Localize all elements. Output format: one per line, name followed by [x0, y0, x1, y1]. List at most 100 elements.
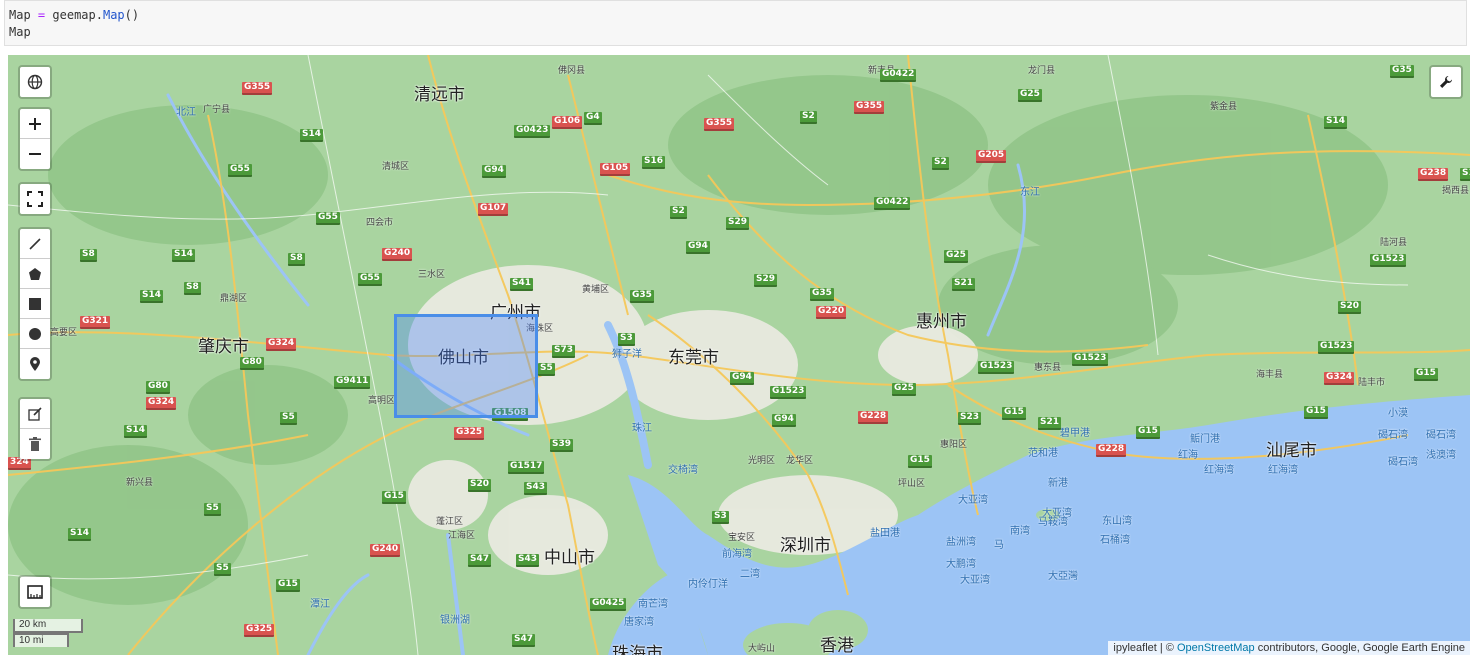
zoom-out-button[interactable]: [20, 139, 50, 169]
code-operator: =: [37, 8, 46, 22]
water-label: 红海湾: [1204, 465, 1234, 476]
highway-shield: G1523: [770, 386, 807, 399]
highway-shield: G107: [478, 203, 509, 216]
city-label: 汕尾市: [1266, 441, 1317, 461]
water-label: 银洲湖: [440, 615, 470, 626]
openstreetmap-link[interactable]: OpenStreetMap: [1177, 642, 1255, 654]
attribution-suffix: contributors, Google, Google Earth Engin…: [1257, 642, 1465, 654]
town-label: 陆丰市: [1358, 378, 1386, 388]
highway-shield: G15: [1136, 426, 1160, 439]
highway-shield: S14: [140, 290, 164, 303]
water-label: 马: [994, 540, 1004, 551]
town-label: 广宁县: [203, 105, 231, 115]
delete-layers-button[interactable]: [20, 429, 50, 459]
fullscreen-button[interactable]: [20, 184, 50, 214]
highway-shield: S8: [80, 249, 97, 262]
water-label: 大亚湾: [960, 575, 990, 586]
scale-km: 20 km: [13, 619, 83, 633]
water-label: 大鹏湾: [946, 559, 976, 570]
highway-shield: G355: [242, 82, 273, 95]
highway-shield: G1523: [978, 361, 1015, 374]
highway-shield: G0423: [514, 125, 551, 138]
globe-button[interactable]: [20, 67, 50, 97]
code-module: geemap.: [52, 8, 103, 22]
highway-shield: S14: [172, 249, 196, 262]
highway-shield: S14: [1324, 116, 1348, 129]
draw-polyline-button[interactable]: [20, 229, 50, 259]
attribution-prefix: ipyleaflet | ©: [1113, 642, 1174, 654]
city-label: 东莞市: [668, 348, 719, 368]
map-attribution: ipyleaflet | © OpenStreetMap contributor…: [1108, 641, 1470, 655]
highway-shield: S29: [726, 217, 750, 230]
basemap-control[interactable]: [18, 65, 52, 99]
plus-icon: [29, 117, 41, 130]
edit-toolbar[interactable]: [18, 397, 52, 461]
fullscreen-icon: [27, 191, 43, 207]
highway-shield: S2: [932, 157, 949, 170]
highway-shield: S21: [952, 278, 976, 291]
highway-shield: G238: [1418, 168, 1449, 181]
circle-icon: [29, 327, 41, 340]
highway-shield: S3: [618, 333, 635, 346]
zoom-in-button[interactable]: [20, 109, 50, 139]
water-label: 狮子洋: [612, 349, 642, 360]
highway-shield: G0422: [874, 197, 911, 210]
measure-button[interactable]: [20, 577, 50, 607]
highway-shield: S8: [288, 253, 305, 266]
draw-circle-button[interactable]: [20, 319, 50, 349]
water-label: 交椅湾: [668, 465, 698, 476]
measure-control[interactable]: [18, 575, 52, 609]
highway-shield: G220: [816, 306, 847, 319]
water-label: 南湾: [1010, 526, 1030, 537]
highway-shield: S14: [68, 528, 92, 541]
highway-shield: S2: [800, 111, 817, 124]
water-label: 碣石湾: [1426, 430, 1456, 441]
edit-icon: [28, 406, 42, 421]
globe-icon: [27, 74, 43, 90]
highway-shield: S14: [124, 425, 148, 438]
map-canvas[interactable]: 佛冈县新丰县龙门县广宁县清城区四会市三水区黄埔区鼎湖区海珠区高明区高要区新兴县蓬…: [8, 55, 1470, 655]
town-label: 陆河县: [1380, 238, 1408, 248]
town-label: 惠阳区: [940, 440, 968, 450]
highway-shield: G105: [600, 163, 631, 176]
edit-layers-button[interactable]: [20, 399, 50, 429]
highway-shield: S1: [1460, 168, 1470, 181]
highway-shield: G94: [482, 165, 506, 178]
highway-shield: G15: [1304, 406, 1328, 419]
town-label: 龙门县: [1028, 66, 1056, 76]
wrench-button[interactable]: [1431, 67, 1461, 97]
town-label: 江海区: [448, 531, 476, 541]
draw-rectangle-button[interactable]: [20, 289, 50, 319]
draw-polygon-button[interactable]: [20, 259, 50, 289]
highway-shield: G55: [358, 273, 382, 286]
drawn-rectangle[interactable]: [394, 314, 538, 418]
highway-shield: G325: [454, 427, 485, 440]
water-label: 小漠: [1388, 408, 1408, 419]
water-label: 鲘门港: [1190, 434, 1220, 445]
water-label: 碣石湾: [1378, 430, 1408, 441]
town-label: 高要区: [50, 328, 78, 338]
highway-shield: G9411: [334, 376, 371, 389]
zoom-control[interactable]: [18, 107, 52, 171]
highway-shield: G321: [80, 316, 111, 329]
water-label: 大亞灣: [1048, 571, 1078, 582]
city-label: 中山市: [544, 548, 595, 568]
highway-shield: G15: [276, 579, 300, 592]
trash-icon: [29, 437, 41, 451]
fullscreen-control[interactable]: [18, 182, 52, 216]
highway-shield: G55: [316, 212, 340, 225]
water-label: 唐家湾: [624, 617, 654, 628]
draw-toolbar[interactable]: [18, 227, 52, 381]
draw-marker-button[interactable]: [20, 349, 50, 379]
town-label: 四会市: [366, 218, 394, 228]
water-label: 红海: [1178, 450, 1198, 461]
town-label: 新兴县: [126, 478, 154, 488]
highway-shield: S2: [670, 206, 687, 219]
highway-shield: S8: [184, 282, 201, 295]
highway-shield: G324: [146, 397, 177, 410]
highway-shield: S39: [550, 439, 574, 452]
toolbar-control[interactable]: [1429, 65, 1463, 99]
highway-shield: G1523: [1072, 353, 1109, 366]
water-label: 马鞍湾: [1038, 517, 1068, 528]
code-cell[interactable]: Map = geemap.Map() Map: [4, 0, 1467, 46]
